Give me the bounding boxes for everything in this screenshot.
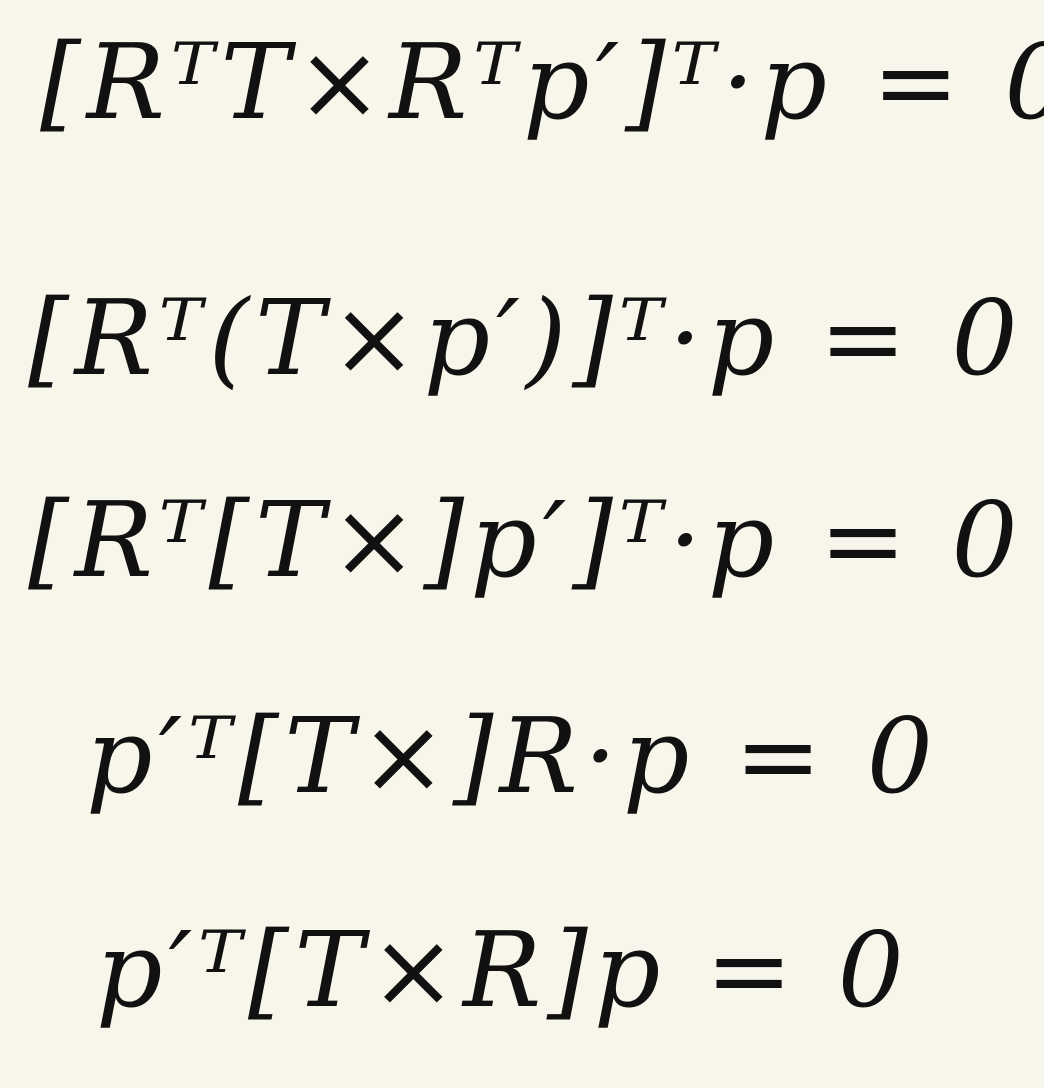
equation-line-2: [Rᵀ(T×p′)]ᵀ·p = 0 xyxy=(28,277,1024,399)
equation-line-4: p′ᵀ[T×]R·p = 0 xyxy=(86,695,939,817)
handwritten-derivation-page: [RᵀT×Rᵀp′]ᵀ·p = 0 [Rᵀ(T×p′)]ᵀ·p = 0 [Rᵀ[… xyxy=(0,0,1044,1088)
equation-line-5: p′ᵀ[T×R]p = 0 xyxy=(96,909,910,1031)
equation-line-1: [RᵀT×Rᵀp′]ᵀ·p = 0 xyxy=(40,21,1044,143)
equation-line-3: [Rᵀ[T×]p′]ᵀ·p = 0 xyxy=(28,479,1024,601)
